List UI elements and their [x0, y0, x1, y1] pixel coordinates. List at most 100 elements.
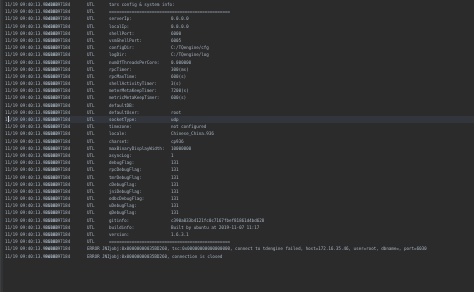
config-value: 600(s) — [171, 73, 187, 79]
config-value: udp — [171, 117, 179, 122]
config-key: qDebugFlag: — [109, 210, 137, 216]
log-thread-id: 0x18297184 — [45, 138, 71, 144]
log-level: UTL — [87, 138, 95, 144]
log-level: UTL — [87, 217, 95, 223]
config-key: buildinfo: — [109, 224, 135, 230]
log-line[interactable]: 11/19 09:40:13.935000 0x18297184 UTL tmrDeb… — [5, 174, 474, 181]
console-output-panel[interactable]: 11/19 09:40:13.934000 0x18297184 UTL tars c… — [0, 0, 474, 292]
config-key: logDir: — [109, 52, 127, 58]
log-line[interactable]: 11/19 09:40:13.934000 0x18297184 UTL shellP… — [5, 30, 474, 37]
log-line[interactable]: 11/19 09:40:13.935000 0x18297184 UTL rpcTim… — [5, 66, 474, 73]
log-line[interactable]: 11/19 09:40:13.935000 0x18297184 UTL ======… — [5, 238, 474, 245]
config-key: tmrDebugFlag: — [109, 174, 142, 180]
log-thread-id: 0x18297184 — [45, 210, 71, 216]
log-level: UTL — [87, 167, 95, 173]
log-line[interactable]: 11/19 09:40:13.935000 0x18297184 UTL timezo… — [5, 123, 474, 130]
config-key: odbcDebugFlag: — [109, 196, 145, 202]
log-message: tars config & system info: — [109, 2, 175, 7]
config-value: 131 — [171, 196, 179, 202]
log-line[interactable]: 11/19 09:40:13.934000 0x18297184 UTL localI… — [5, 23, 474, 30]
config-value: 0.0.0.0 — [171, 23, 189, 29]
config-value: 131 — [171, 167, 179, 173]
log-line[interactable]: 11/19 09:40:13.935000 0x18297184 UTL debugF… — [5, 159, 474, 166]
config-key: gitinfo: — [109, 217, 130, 223]
log-level: UTL — [87, 152, 95, 158]
config-key: meterMetaKeepTimer: — [109, 88, 157, 94]
log-line[interactable]: 11/19 09:40:13.935000 0x18297184 UTL buildi… — [5, 224, 474, 231]
log-line[interactable]: 11/19 09:40:13.935000 0x18297184 UTL defaul… — [5, 102, 474, 109]
log-line[interactable]: 11/19 09:40:13.935000 0x18297184 UTL qDebug… — [5, 209, 474, 216]
config-key: defaultDB: — [109, 102, 135, 108]
config-value: 131 — [171, 181, 179, 187]
log-level: UTL — [87, 181, 95, 187]
config-key: socketType: — [109, 117, 137, 122]
log-line[interactable]: 11/19 09:40:13.935000 0x18297184 UTL metric… — [5, 94, 474, 101]
config-key: numOfThreadsPerCore: — [109, 59, 160, 65]
log-line[interactable]: 11/19 09:40:13.935000 0x18297184 UTL maxBin… — [5, 145, 474, 152]
log-thread-id: 0x18297184 — [45, 246, 71, 252]
config-key: asyncLog: — [109, 152, 132, 158]
log-thread-id: 0x18297184 — [45, 37, 71, 43]
log-level: UTL — [87, 73, 95, 79]
log-line[interactable]: 11/19 09:40:13.934000 0x18297184 UTL tars c… — [5, 1, 474, 8]
config-value: 6000 — [171, 30, 182, 36]
log-line[interactable]: 11/19 09:40:13.935000 0x18297184 UTL shellA… — [5, 80, 474, 87]
log-lines: 11/19 09:40:13.934000 0x18297184 UTL tars c… — [5, 1, 474, 260]
log-line[interactable]: 11/19 09:40:13.935000 0x18297184 UTL meterM… — [5, 87, 474, 94]
config-value: 131 — [171, 203, 179, 209]
log-line[interactable]: 11/19 09:40:13.935000 0x18297184 UTL uDebug… — [5, 202, 474, 209]
config-value: 131 — [171, 160, 179, 166]
log-level: UTL — [87, 145, 95, 151]
console-gutter — [1, 0, 3, 292]
log-line[interactable]: 11/19 09:40:13.934000 0x18297184 UTL server… — [5, 15, 474, 22]
log-line[interactable]: 11/19 09:40:13.935000 0x18297184 UTL vsmShe… — [5, 37, 474, 44]
log-line[interactable]: 11/19 09:40:13.935000 0x18297184 UTL charse… — [5, 138, 474, 145]
log-line[interactable]: 11/19 09:40:13.935000 0x18297184 UTL config… — [5, 44, 474, 51]
log-line[interactable]: 11/19 09:40:13.935000 0x18297184 UTL defaul… — [5, 109, 474, 116]
config-value: Built by ubuntu at 2019-11-07 11:17 — [171, 224, 260, 230]
log-level: UTL — [87, 232, 95, 237]
log-line[interactable]: 11/19 09:40:13.935000 0x18297184 UTL gitinf… — [5, 217, 474, 224]
log-thread-id: 0x18297184 — [45, 181, 71, 187]
config-value: C:/TQengine/cfg — [171, 45, 209, 51]
log-line[interactable]: 11/19 09:40:13.990000 0x18297184 ERROR JNI… — [5, 253, 474, 260]
config-key: serverIp: — [109, 16, 132, 22]
log-level: UTL — [87, 224, 95, 230]
config-key: uDebugFlag: — [109, 203, 137, 209]
log-level: UTL — [87, 59, 95, 65]
log-line[interactable]: 11/19 09:40:13.935000 0x18297184 UTL asyncL… — [5, 152, 474, 159]
log-level: UTL — [87, 210, 95, 216]
log-level: ERROR JNI — [87, 253, 110, 259]
log-line[interactable]: 11/19 09:40:13.990000 0x18297184 ERROR JNI… — [5, 245, 474, 252]
log-thread-id: 0x18297184 — [45, 23, 71, 29]
log-thread-id: 0x18297184 — [45, 9, 71, 15]
config-value: cp936 — [171, 138, 184, 144]
config-key: rpcMaxTime: — [109, 73, 137, 79]
log-thread-id: 0x18297184 — [45, 109, 71, 115]
log-line[interactable]: 11/19 09:40:13.935000 0x18297184 UTL odbcDe… — [5, 195, 474, 202]
log-line[interactable]: 11/19 09:40:13.935000 0x18297184 UTL rpcDeb… — [5, 166, 474, 173]
log-level: UTL — [87, 239, 95, 245]
log-line[interactable]: 11/19 09:40:13.935000 0x18297184 UTL socket… — [5, 116, 474, 124]
log-thread-id: 0x18297184 — [45, 73, 71, 79]
log-line[interactable]: 11/19 09:40:13.935000 0x18297184 UTL logDir… — [5, 51, 474, 58]
log-level: UTL — [87, 196, 95, 202]
log-thread-id: 0x18297184 — [45, 102, 71, 108]
log-line[interactable]: 11/19 09:40:13.935000 0x18297184 UTL versio… — [5, 231, 474, 238]
log-line[interactable]: 11/19 09:40:13.935000 0x18297184 UTL numOfT… — [5, 59, 474, 66]
log-level: UTL — [87, 9, 95, 15]
log-message: jobj:0x00000000035BD260, tsc:0x000000000… — [109, 246, 427, 252]
log-line[interactable]: 11/19 09:40:13.935000 0x18297184 UTL cDebug… — [5, 181, 474, 188]
log-line[interactable]: 11/19 09:40:13.935000 0x18297184 UTL jniDeb… — [5, 188, 474, 195]
log-thread-id: 0x18297184 — [45, 167, 71, 173]
log-level: UTL — [87, 124, 95, 130]
log-thread-id: 0x18297184 — [45, 239, 71, 245]
log-thread-id: 0x18297184 — [45, 52, 71, 58]
config-key: timezone: — [109, 124, 132, 130]
log-line[interactable]: 11/19 09:40:13.935000 0x18297184 UTL rpcMax… — [5, 73, 474, 80]
config-value: 1 — [171, 152, 174, 158]
log-line[interactable]: 11/19 09:40:13.935000 0x18297184 UTL locale… — [5, 130, 474, 137]
config-value: c390a033b4121fc0c7167fbef81861d4bd628 — [171, 217, 265, 223]
log-thread-id: 0x18297184 — [45, 131, 71, 137]
log-line[interactable]: 11/19 09:40:13.934000 0x18297184 UTL ======… — [5, 8, 474, 15]
